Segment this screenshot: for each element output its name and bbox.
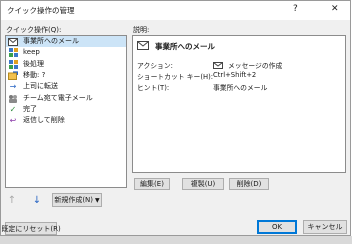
ok-button[interactable]: OK xyxy=(257,220,297,234)
manage-quick-steps-dialog: クイック操作の管理 ? ✕ クイック操作(Q): 説明: 事業所へのメール ke… xyxy=(0,0,351,236)
folder-move-icon xyxy=(8,71,18,81)
grid-icon xyxy=(8,48,18,58)
move-up-button[interactable]: ↑ xyxy=(5,193,19,207)
edit-button[interactable]: 編集(E) xyxy=(134,178,170,190)
list-item[interactable]: ↩ 返信して削除 xyxy=(6,115,126,126)
background-window-strip xyxy=(0,236,352,244)
grid-icon xyxy=(8,59,18,69)
duplicate-button[interactable]: 複製(U) xyxy=(182,178,224,190)
delete-button[interactable]: 削除(D) xyxy=(229,178,269,190)
reset-button[interactable]: 既定にリセット(R) xyxy=(1,222,61,235)
action-value-text: メッセージの作成 xyxy=(228,62,283,70)
description-label: 説明: xyxy=(133,26,150,34)
description-panel: 事業所へのメール アクション: メッセージの作成 ショートカット キー(H): … xyxy=(132,35,346,173)
close-button[interactable]: ✕ xyxy=(331,4,339,15)
envelope-icon xyxy=(137,41,149,52)
arrow-down-icon: ↓ xyxy=(32,194,42,206)
action-value: メッセージの作成 xyxy=(213,60,282,70)
hint-value: 事業所へのメール xyxy=(213,84,268,92)
cancel-button[interactable]: キャンセル xyxy=(303,220,347,234)
checkmark-icon: ✓ xyxy=(9,104,17,114)
shortcut-value: Ctrl+Shift+2 xyxy=(213,71,257,79)
list-item-label: 事業所へのメール xyxy=(23,37,79,46)
hint-label: ヒント(T): xyxy=(137,84,170,92)
list-item-label: 後処理 xyxy=(23,59,44,68)
list-item[interactable]: → 上司に転送 xyxy=(6,81,126,92)
list-item-label: 移動: ? xyxy=(23,71,46,80)
shortcut-label: ショートカット キー(H): xyxy=(137,73,214,81)
title-bar: クイック操作の管理 ? ✕ xyxy=(1,1,350,20)
description-header: 事業所へのメール xyxy=(137,41,215,52)
list-item[interactable]: 移動: ? xyxy=(6,70,126,81)
dropdown-arrow-icon: ▼ xyxy=(95,196,100,204)
list-item[interactable]: 事業所へのメール xyxy=(6,36,126,48)
list-item[interactable]: ✓ 完了 xyxy=(6,104,126,115)
list-item[interactable]: 後処理 xyxy=(6,59,126,70)
list-item[interactable]: チーム宛て電子メール xyxy=(6,92,126,103)
list-item-label: チーム宛て電子メール xyxy=(23,93,93,102)
list-item-label: 返信して削除 xyxy=(23,116,65,125)
new-button[interactable]: 新規作成(N) ▼ xyxy=(52,193,102,207)
list-item-label: 完了 xyxy=(23,104,37,113)
action-title: 事業所へのメール xyxy=(155,42,215,51)
quick-steps-list[interactable]: 事業所へのメール keep 後処理 移動: ? → 上司に転送 チーム宛て電子メ… xyxy=(5,35,127,188)
arrow-up-icon: ↑ xyxy=(7,194,17,206)
forward-arrow-icon: → xyxy=(9,82,17,92)
help-button[interactable]: ? xyxy=(293,4,298,15)
list-item-label: keep xyxy=(23,48,40,57)
quick-steps-label: クイック操作(Q): xyxy=(6,26,62,34)
reply-delete-icon: ↩ xyxy=(9,116,17,126)
envelope-icon xyxy=(8,37,18,46)
window-title: クイック操作の管理 xyxy=(7,6,75,15)
move-down-button[interactable]: ↓ xyxy=(30,193,44,207)
action-label: アクション: xyxy=(137,62,173,70)
new-button-label: 新規作成(N) xyxy=(54,196,94,204)
list-item[interactable]: keep xyxy=(6,47,126,58)
team-mail-icon xyxy=(8,94,18,103)
list-item-label: 上司に転送 xyxy=(23,82,58,91)
envelope-icon xyxy=(213,61,223,69)
